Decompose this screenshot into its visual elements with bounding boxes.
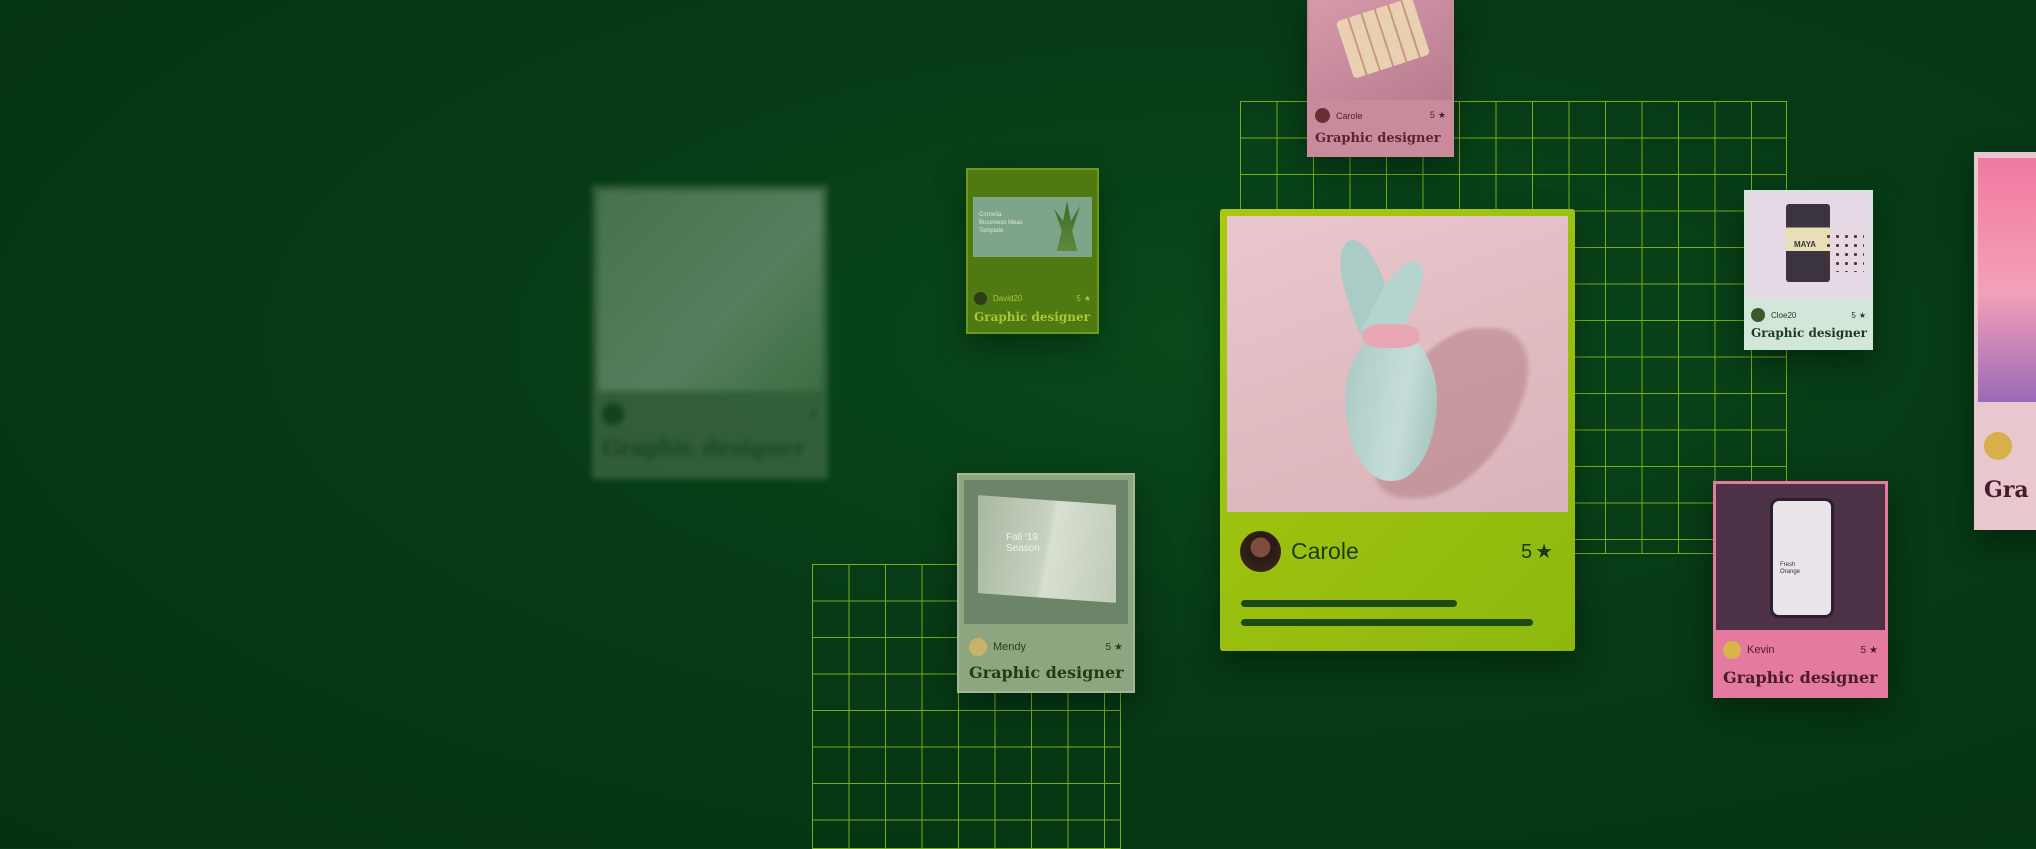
text-placeholder-bar-short (1241, 600, 1457, 607)
cloe-card-image: MAYA (1746, 192, 1871, 298)
avatar (974, 292, 987, 305)
rating: 5 (1521, 539, 1553, 564)
designer-name: Carole (1291, 538, 1359, 564)
edge-designer-card[interactable]: Gra (1974, 152, 2036, 530)
faded-designer-card[interactable]: Graphic designer (592, 185, 828, 479)
carole-top-designer-card[interactable]: Carole 5 Graphic designer (1307, 0, 1454, 157)
rating (805, 408, 818, 421)
pink-ribbon (1362, 324, 1420, 348)
image-caption: Cornelia Bussiness Ideas Template (979, 212, 1023, 234)
faded-card-image (598, 191, 822, 391)
kevin-designer-card[interactable]: Fresh Orange Kevin 5 Graphic designer (1713, 481, 1888, 698)
carole-featured-card[interactable]: Carole 5 (1220, 209, 1575, 651)
product-label: MAYA (1794, 240, 1817, 249)
role-title: Gra (1984, 477, 2029, 503)
rating: 5 (1430, 110, 1446, 121)
image-caption: Fall '19 Season (1006, 532, 1040, 554)
designer-name: Mendy (993, 641, 1027, 653)
cloe-designer-card[interactable]: MAYA Cloe20 5 Graphic designer (1744, 190, 1873, 350)
avatar (1240, 531, 1281, 572)
image-caption: Fresh Orange (1780, 562, 1801, 575)
avatar (602, 403, 624, 425)
mendy-designer-card[interactable]: Fall '19 Season Mendy 5 Graphic designer (957, 473, 1135, 693)
avatar (1751, 308, 1765, 322)
role-title: Graphic designer (602, 435, 805, 460)
plant-icon (1054, 201, 1080, 251)
designer-name: Cloe20 (1771, 310, 1797, 320)
rating: 5 (1105, 642, 1123, 653)
role-title: Graphic designer (1723, 668, 1878, 687)
rating: 5 (1851, 311, 1866, 320)
designer-name: David20 (993, 294, 1023, 303)
rating: 5 (1076, 294, 1091, 303)
phone-mockup (1770, 498, 1834, 618)
mendy-card-image: Fall '19 Season (964, 480, 1128, 624)
kevin-card-image: Fresh Orange (1716, 484, 1885, 630)
david-designer-card[interactable]: Cornelia Bussiness Ideas Template David2… (966, 168, 1099, 334)
avatar (1723, 641, 1741, 659)
bunny-photo (1227, 216, 1568, 512)
designer-name: Kevin (1747, 644, 1775, 656)
coffee-beans (1824, 232, 1864, 272)
carole-top-card-image (1309, 0, 1452, 100)
role-title: Graphic designer (969, 663, 1124, 682)
designer-name: Carole (1336, 110, 1363, 121)
role-title: Graphic designer (1315, 131, 1441, 146)
role-title: Graphic designer (974, 310, 1090, 324)
avatar (1984, 432, 2012, 460)
avatar (1315, 108, 1330, 123)
rating: 5 (1860, 645, 1878, 656)
role-title: Graphic designer (1751, 326, 1867, 340)
edge-card-image (1978, 158, 2036, 402)
text-placeholder-bar-long (1241, 619, 1533, 626)
david-card-image: Cornelia Bussiness Ideas Template (973, 197, 1092, 257)
product-boxes (1335, 0, 1431, 79)
avatar (969, 638, 987, 656)
